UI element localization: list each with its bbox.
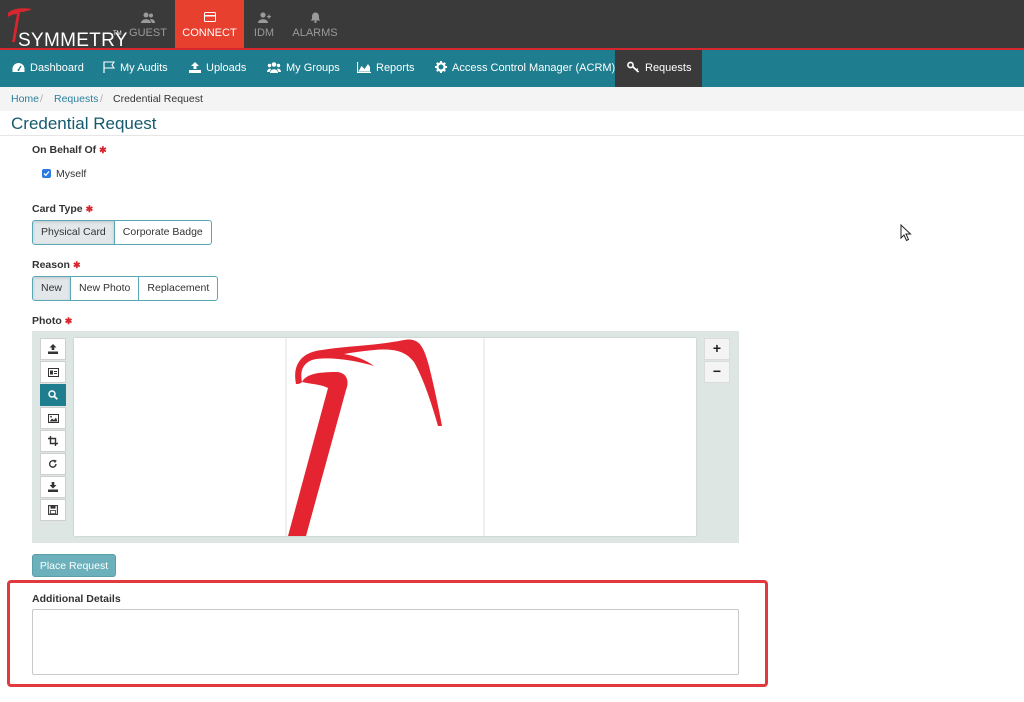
id-card-icon [47, 367, 59, 377]
image-icon [47, 413, 59, 423]
symmetry-logo[interactable]: SYMMETRY TM [6, 4, 127, 51]
checkmark-icon [43, 171, 50, 177]
save-tool-button[interactable] [40, 499, 66, 521]
breadcrumb: Home / Requests / Credential Request [0, 87, 1024, 111]
topnav-guest[interactable]: GUEST [124, 0, 172, 48]
upload-icon [189, 62, 201, 73]
nav-acrm[interactable]: Access Control Manager (ACRM) [435, 50, 615, 87]
title-divider [0, 135, 1024, 136]
topnav-label: ALARMS [292, 27, 338, 39]
bell-icon [290, 12, 340, 24]
myself-checkbox[interactable] [42, 169, 51, 178]
gear-icon [435, 61, 447, 73]
save-icon [48, 505, 58, 515]
reason-toggle: New New Photo Replacement [32, 276, 219, 301]
nav-my-audits[interactable]: My Audits [103, 50, 168, 87]
nav-label: Access Control Manager (ACRM) [452, 62, 616, 74]
additional-details-label: Additional Details [32, 593, 121, 605]
search-tool-button[interactable] [40, 384, 66, 406]
required-marker: ✱ [99, 145, 107, 155]
photo-preview-image [285, 338, 485, 536]
flag-icon [103, 61, 116, 73]
reason-new[interactable]: New [33, 277, 71, 300]
download-tool-button[interactable] [40, 476, 66, 498]
card-type-label: Card Type ✱ [32, 203, 93, 215]
place-request-button[interactable]: Place Request [32, 554, 116, 577]
nav-dashboard[interactable]: Dashboard [12, 50, 84, 87]
nav-label: My Groups [286, 62, 340, 74]
mouse-cursor-icon [900, 224, 912, 242]
nav-label: Requests [645, 62, 692, 74]
required-marker: ✱ [85, 204, 94, 214]
breadcrumb-separator: / [100, 93, 103, 105]
card-type-physical-card[interactable]: Physical Card [33, 221, 114, 244]
breadcrumb-separator: / [40, 93, 43, 105]
search-icon [48, 390, 58, 400]
group-icon [267, 62, 281, 73]
image-tool-button[interactable] [40, 407, 66, 429]
card-type-toggle: Physical Card Corporate Badge [32, 220, 212, 245]
nav-label: Dashboard [30, 62, 84, 74]
download-icon [48, 482, 58, 492]
top-bar: SYMMETRY TM GUEST CONNECT IDM ALARMS [0, 0, 1024, 51]
brand-tm: TM [113, 31, 122, 37]
on-behalf-of-label: On Behalf Of ✱ [32, 144, 107, 156]
card-type-corporate-badge[interactable]: Corporate Badge [113, 221, 211, 244]
rotate-tool-button[interactable] [40, 453, 66, 475]
card-icon [175, 12, 244, 24]
upload-icon [48, 344, 58, 354]
photo-label: Photo ✱ [32, 315, 72, 327]
required-marker: ✱ [72, 260, 81, 270]
page-title: Credential Request [11, 114, 157, 133]
id-card-tool-button[interactable] [40, 361, 66, 383]
nav-uploads[interactable]: Uploads [189, 50, 246, 87]
reason-replacement[interactable]: Replacement [138, 277, 217, 300]
reason-new-photo[interactable]: New Photo [70, 277, 138, 300]
topnav-alarms[interactable]: ALARMS [290, 0, 340, 48]
key-icon [627, 61, 640, 73]
nav-label: My Audits [120, 62, 168, 74]
photo-canvas[interactable] [74, 338, 696, 536]
rotate-icon [48, 459, 57, 468]
topnav-idm[interactable]: IDM [248, 0, 280, 48]
nav-label: Reports [376, 62, 415, 74]
field-label-text: On Behalf Of [32, 144, 97, 156]
breadcrumb-current: Credential Request [113, 93, 203, 105]
myself-label[interactable]: Myself [56, 168, 86, 180]
field-label-text: Card Type [32, 203, 83, 215]
topnav-label: IDM [253, 27, 275, 39]
nav-requests[interactable]: Requests [615, 50, 702, 87]
reason-label: Reason ✱ [32, 259, 80, 271]
field-label-text: Photo [32, 315, 62, 327]
breadcrumb-home[interactable]: Home [11, 93, 39, 105]
zoom-in-button[interactable]: + [704, 338, 730, 360]
topnav-label: CONNECT [182, 27, 237, 39]
topnav-connect[interactable]: CONNECT [175, 0, 244, 48]
breadcrumb-requests[interactable]: Requests [54, 93, 98, 105]
main-nav: Dashboard My Audits Uploads My Groups Re… [0, 50, 1024, 87]
crop-tool-button[interactable] [40, 430, 66, 452]
users-icon [124, 12, 172, 24]
nav-label: Uploads [206, 62, 247, 74]
chart-icon [356, 62, 371, 74]
additional-details-textarea[interactable] [32, 609, 739, 675]
nav-my-groups[interactable]: My Groups [267, 50, 340, 87]
topnav-label: GUEST [129, 27, 167, 39]
field-label-text: Reason [32, 259, 70, 271]
user-add-icon [248, 12, 280, 24]
dashboard-icon [12, 63, 25, 72]
nav-reports[interactable]: Reports [356, 50, 415, 87]
required-marker: ✱ [64, 316, 73, 326]
upload-tool-button[interactable] [40, 338, 66, 360]
zoom-out-button[interactable]: − [704, 361, 730, 383]
crop-icon [48, 436, 58, 446]
